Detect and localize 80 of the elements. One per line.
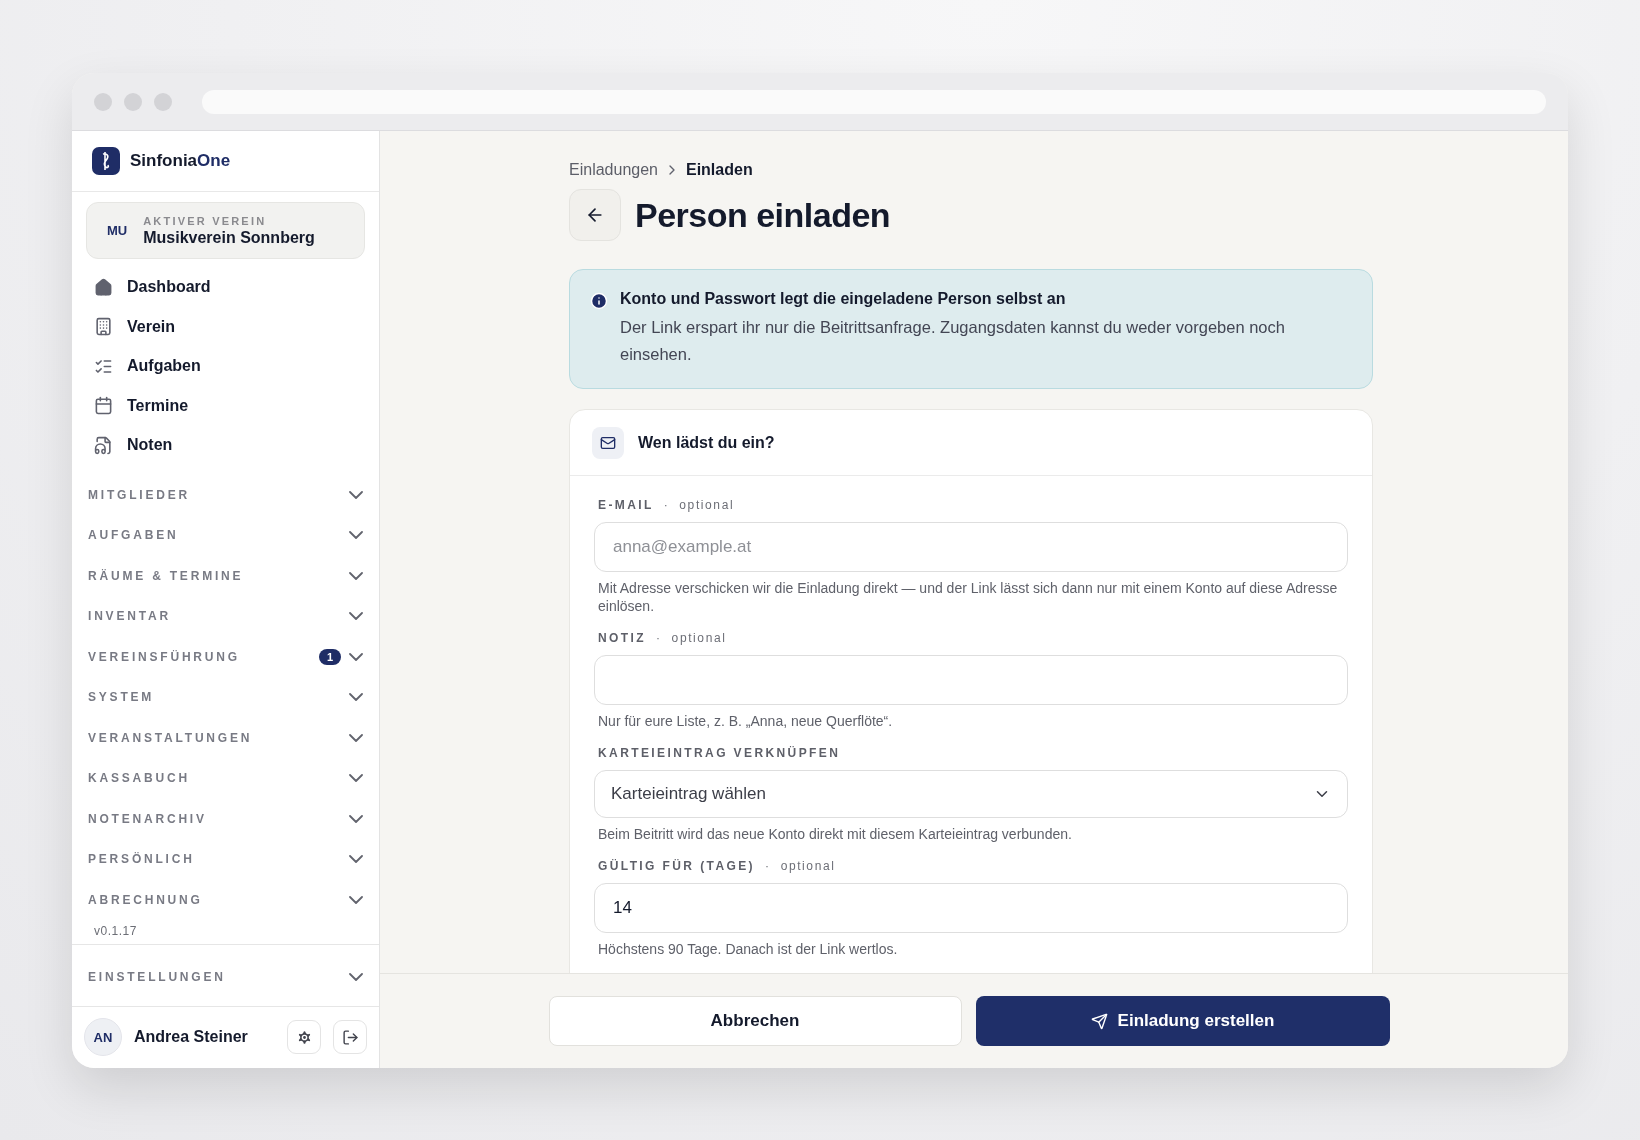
club-initials: MU <box>107 223 128 239</box>
sidebar-section[interactable]: MITGLIEDER <box>72 474 379 516</box>
section-label: INVENTAR <box>88 609 172 624</box>
input-field[interactable] <box>594 655 1348 705</box>
sidebar-section[interactable]: INVENTAR <box>72 596 379 637</box>
create-invitation-button[interactable]: Einladung erstellen <box>975 996 1390 1046</box>
separator-dot: · <box>663 498 670 512</box>
sidebar-section[interactable]: VERANSTALTUNGEN <box>72 717 379 758</box>
document-icon <box>94 435 113 455</box>
logo-icon <box>92 147 120 176</box>
sidebar-section[interactable]: ABRECHNUNG <box>72 879 379 920</box>
separator-dot: · <box>765 859 771 873</box>
sidebar-section[interactable]: NOTENARCHIV <box>72 798 379 839</box>
section-label: PERSÖNLICH <box>88 852 196 867</box>
optional-hint: optional <box>780 859 836 873</box>
help-text: Mit Adresse verschicken wir die Einladung direkt — und der Link lässt sich dann nur mit einem Konto auf diese Adresse einlösen. <box>597 579 1339 615</box>
help-text: Höchstens 90 Tage. Danach ist der Link wertlos. <box>597 940 899 958</box>
sidebar-section[interactable]: SYSTEM <box>72 677 379 718</box>
version-label: v0.1.17 <box>93 922 138 940</box>
nav-item[interactable]: Verein <box>72 306 379 347</box>
sidebar-section[interactable]: EINSTELLUNGEN <box>72 956 379 998</box>
window-control[interactable] <box>154 92 172 111</box>
breadcrumb-link[interactable]: Einladungen <box>569 161 658 179</box>
nav-item[interactable]: Dashboard <box>72 267 379 307</box>
input-field[interactable]: 14 <box>594 883 1348 933</box>
breadcrumb-link[interactable]: Einladen <box>685 161 753 179</box>
input-field[interactable]: anna@example.at <box>594 522 1348 572</box>
section-label: SYSTEM <box>88 690 156 705</box>
section-label: VEREINSFÜHRUNG <box>88 649 241 664</box>
paper-plane-icon <box>1090 1012 1108 1030</box>
gear-icon <box>295 1028 313 1046</box>
club-name: Musikverein Sonnberg <box>143 228 315 247</box>
separator-dot: · <box>656 631 662 645</box>
field-label: E-MAIL <box>598 498 654 512</box>
info-icon <box>590 292 608 310</box>
optional-hint: optional <box>679 498 735 512</box>
field-label: KARTEIEINTRAG VERKNÜPFEN <box>598 746 841 760</box>
card-title: Wen lädst du ein? <box>638 433 775 452</box>
section-label: AUFGABEN <box>88 528 180 543</box>
nav-item[interactable]: Termine <box>72 385 379 426</box>
info-title: Konto und Passwort legt die eingeladene Person selbst an <box>620 290 1067 308</box>
sidebar-section[interactable]: KASSABUCH <box>72 757 379 799</box>
select-field[interactable]: Karteieintrag wählen <box>594 770 1348 818</box>
logout-icon <box>341 1028 359 1046</box>
active-club-card[interactable]: MU AKTIVER VEREIN Musikverein Sonnberg <box>86 202 365 260</box>
building-icon <box>94 317 113 337</box>
section-label: ABRECHNUNG <box>88 892 204 907</box>
home-icon <box>94 277 113 297</box>
window-control[interactable] <box>124 92 142 111</box>
sidebar-section[interactable]: VEREINSFÜHRUNG 1 <box>72 636 379 678</box>
help-text: Nur für eure Liste, z. B. „Anna, neue Querflöte“. <box>597 712 894 730</box>
nav-item[interactable]: Noten <box>72 425 379 465</box>
back-button[interactable] <box>569 189 621 241</box>
club-caption: AKTIVER VEREIN <box>143 214 268 227</box>
window-control[interactable] <box>94 92 112 111</box>
logout-button[interactable] <box>333 1020 367 1055</box>
sidebar-section[interactable]: RÄUME & TERMINE <box>72 555 379 597</box>
section-label: RÄUME & TERMINE <box>88 568 245 583</box>
optional-hint: optional <box>671 631 727 645</box>
mail-icon <box>592 426 624 459</box>
page-title: Person einladen <box>635 195 891 235</box>
section-label: EINSTELLUNGEN <box>88 970 227 985</box>
section-label: MITGLIEDER <box>88 487 191 502</box>
section-label: NOTENARCHIV <box>88 811 208 826</box>
sidebar-section[interactable]: PERSÖNLICH <box>72 838 379 880</box>
nav-item[interactable]: Aufgaben <box>72 346 379 386</box>
user-name: Andrea Steiner <box>134 1028 249 1047</box>
info-text: Der Link erspart ihr nur die Beitrittsanfrage. Zugangsdaten kannst du weder vorgeben noch einsehen. <box>620 317 1286 365</box>
user-avatar: AN <box>84 1018 122 1057</box>
sidebar-section[interactable]: AUFGABEN <box>72 515 379 556</box>
cancel-button[interactable]: Abbrechen <box>548 996 962 1046</box>
help-text: Beim Beitritt wird das neue Konto direkt mit diesem Karteieintrag verbunden. <box>597 825 1073 843</box>
count-badge: 1 <box>318 648 341 665</box>
settings-button[interactable] <box>287 1020 321 1055</box>
section-label: KASSABUCH <box>88 771 191 786</box>
brand-name: SinfoniaOne <box>130 151 231 172</box>
field-label: GÜLTIG FÜR (TAGE) <box>598 859 755 873</box>
calendar-icon <box>94 396 113 416</box>
section-label: VERANSTALTUNGEN <box>88 730 254 745</box>
field-label: NOTIZ <box>598 631 646 645</box>
